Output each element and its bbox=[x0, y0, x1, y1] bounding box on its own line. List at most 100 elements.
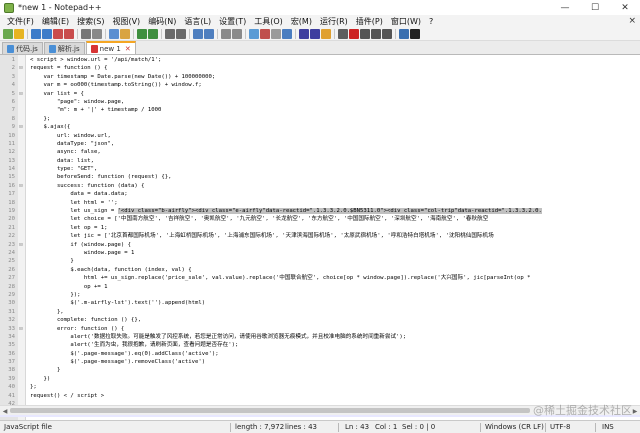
code-line[interactable]: 8 }; bbox=[0, 115, 640, 123]
horizontal-scroll-thumb[interactable] bbox=[10, 408, 530, 413]
tab-jiexi-js[interactable]: 解析.js bbox=[43, 42, 85, 54]
all-chars-icon[interactable] bbox=[260, 29, 270, 39]
scroll-left-icon[interactable]: ◀ bbox=[0, 406, 10, 416]
code-line[interactable]: 21 let op = 1; bbox=[0, 224, 640, 232]
code-editor[interactable]: 1 < script > window.url = '/api/match/1';… bbox=[0, 55, 640, 420]
menu-help[interactable]: ? bbox=[425, 17, 437, 26]
code-line[interactable]: 28 op += 1 bbox=[0, 283, 640, 291]
code-line[interactable]: 27 html += us_sign.replace('price_sale',… bbox=[0, 274, 640, 282]
code-line[interactable]: 36 $('.page-message').eq(0).addClass('ac… bbox=[0, 350, 640, 358]
fold-toggle-icon[interactable]: ⊟ bbox=[16, 64, 26, 72]
tab-close-icon[interactable]: ✕ bbox=[125, 45, 131, 53]
code-line[interactable]: 3 var timestamp = Date.parse(new Date())… bbox=[0, 73, 640, 81]
code-line[interactable]: 5 ⊟ var list = { bbox=[0, 90, 640, 98]
fold-toggle-icon[interactable]: ⊟ bbox=[16, 182, 26, 190]
code-line[interactable]: 34 alert('数据拉取失败。可能是触发了风控系统，若您是正常访问，请使用谷… bbox=[0, 333, 640, 341]
doc-map-icon[interactable] bbox=[299, 29, 309, 39]
indent-guide-icon[interactable] bbox=[271, 29, 281, 39]
tab-daima-js[interactable]: 代码.js bbox=[2, 42, 43, 54]
save-macro-icon[interactable] bbox=[399, 29, 409, 39]
code-line[interactable]: 1 < script > window.url = '/api/match/1'; bbox=[0, 56, 640, 64]
code-line[interactable]: 41 request() < / script > bbox=[0, 392, 640, 400]
stop-icon[interactable] bbox=[360, 29, 370, 39]
maximize-button[interactable]: ☐ bbox=[580, 0, 610, 15]
menu-language[interactable]: 语言(L) bbox=[180, 16, 215, 27]
code-line[interactable]: 20 let choice = ['中国南方航空', '吉祥航空', '奥凯航空… bbox=[0, 215, 640, 223]
code-line[interactable]: 35 alert('生而为虫，我很抱歉，请刷新页面，查看问题是否存在'); bbox=[0, 341, 640, 349]
code-lines[interactable]: 1 < script > window.url = '/api/match/1';… bbox=[0, 56, 640, 417]
code-line[interactable]: 17 data = data.data; bbox=[0, 190, 640, 198]
menu-macro[interactable]: 宏(M) bbox=[287, 16, 316, 27]
code-line[interactable]: 19 let us_sign = '<div class="b-airfly">… bbox=[0, 207, 640, 215]
code-line[interactable]: 13 data: list, bbox=[0, 157, 640, 165]
sync-h-icon[interactable] bbox=[232, 29, 242, 39]
find-icon[interactable] bbox=[165, 29, 175, 39]
save-icon[interactable] bbox=[31, 29, 41, 39]
code-line[interactable]: 38 } bbox=[0, 366, 640, 374]
redo-icon[interactable] bbox=[148, 29, 158, 39]
menu-run[interactable]: 运行(R) bbox=[316, 16, 352, 27]
menu-view[interactable]: 视图(V) bbox=[108, 16, 144, 27]
code-line[interactable]: 39 }) bbox=[0, 375, 640, 383]
close-icon[interactable] bbox=[53, 29, 63, 39]
code-line[interactable]: 25 } bbox=[0, 257, 640, 265]
monitor-icon[interactable] bbox=[338, 29, 348, 39]
fold-toggle-icon[interactable]: ⊟ bbox=[16, 90, 26, 98]
zoom-in-icon[interactable] bbox=[193, 29, 203, 39]
menu-tools[interactable]: 工具(O) bbox=[250, 16, 287, 27]
tab-new-1[interactable]: new 1 ✕ bbox=[85, 41, 136, 54]
code-line[interactable]: 9 ⊟ $.ajax({ bbox=[0, 123, 640, 131]
menu-settings[interactable]: 设置(T) bbox=[215, 16, 250, 27]
play-icon[interactable] bbox=[371, 29, 381, 39]
menu-file[interactable]: 文件(F) bbox=[3, 16, 38, 27]
paste-icon[interactable] bbox=[120, 29, 130, 39]
replace-icon[interactable] bbox=[176, 29, 186, 39]
wrap-icon[interactable] bbox=[249, 29, 259, 39]
code-line[interactable]: 18 let html = ''; bbox=[0, 199, 640, 207]
cut-icon[interactable] bbox=[92, 29, 102, 39]
zoom-out-icon[interactable] bbox=[204, 29, 214, 39]
code-line[interactable]: 12 async: false, bbox=[0, 148, 640, 156]
code-line[interactable]: 15 beforeSend: function (request) {}, bbox=[0, 173, 640, 181]
menu-edit[interactable]: 编辑(E) bbox=[38, 16, 73, 27]
fold-toggle-icon[interactable]: ⊟ bbox=[16, 325, 26, 333]
menu-plugins[interactable]: 插件(P) bbox=[352, 16, 387, 27]
save-all-icon[interactable] bbox=[42, 29, 52, 39]
code-line[interactable]: 10 url: window.url, bbox=[0, 132, 640, 140]
code-line[interactable]: 26 $.each(data, function (index, val) { bbox=[0, 266, 640, 274]
code-line[interactable]: 2 ⊟ request = function () { bbox=[0, 64, 640, 72]
code-line[interactable]: 6 "page": window.page, bbox=[0, 98, 640, 106]
play-multi-icon[interactable] bbox=[382, 29, 392, 39]
func-list-icon[interactable] bbox=[310, 29, 320, 39]
code-line[interactable]: 4 var m = oo000(timestamp.toString()) + … bbox=[0, 81, 640, 89]
code-line[interactable]: 11 dataType: "json", bbox=[0, 140, 640, 148]
open-icon[interactable] bbox=[14, 29, 24, 39]
close-all-icon[interactable] bbox=[64, 29, 74, 39]
code-line[interactable]: 29 }); bbox=[0, 291, 640, 299]
code-line[interactable]: 32 complete: function () {}, bbox=[0, 316, 640, 324]
code-line[interactable]: 37 $('.page-message').removeClass('activ… bbox=[0, 358, 640, 366]
code-line[interactable]: 7 "m": m + '|' + timestamp / 1000 bbox=[0, 106, 640, 114]
spell-icon[interactable] bbox=[410, 29, 420, 39]
new-icon[interactable] bbox=[3, 29, 13, 39]
code-line[interactable]: 40}; bbox=[0, 383, 640, 391]
menu-encoding[interactable]: 编码(N) bbox=[144, 16, 180, 27]
close-window-button[interactable]: ✕ bbox=[610, 0, 640, 15]
menu-window[interactable]: 窗口(W) bbox=[387, 16, 425, 27]
copy-icon[interactable] bbox=[109, 29, 119, 39]
code-line[interactable]: 16 ⊟ success: function (data) { bbox=[0, 182, 640, 190]
code-line[interactable]: 22 let jic = ['北京首都国际机场', '上海虹桥国际机场', '上… bbox=[0, 232, 640, 240]
folder-workspace-icon[interactable] bbox=[321, 29, 331, 39]
code-line[interactable]: 24 window.page = 1 bbox=[0, 249, 640, 257]
code-line[interactable]: 14 type: "GET", bbox=[0, 165, 640, 173]
undo-icon[interactable] bbox=[137, 29, 147, 39]
code-line[interactable]: 23 ⊟ if (window.page) { bbox=[0, 241, 640, 249]
fold-toggle-icon[interactable]: ⊟ bbox=[16, 123, 26, 131]
lang-icon[interactable] bbox=[282, 29, 292, 39]
code-line[interactable]: 30 $('.m-airfly-lst').text('').append(ht… bbox=[0, 299, 640, 307]
code-line[interactable]: 31 }, bbox=[0, 308, 640, 316]
record-icon[interactable] bbox=[349, 29, 359, 39]
close-document-icon[interactable]: × bbox=[628, 16, 636, 26]
selected-text[interactable]: '<div class="b-airfly"><div class="e-air… bbox=[117, 208, 542, 215]
sync-v-icon[interactable] bbox=[221, 29, 231, 39]
